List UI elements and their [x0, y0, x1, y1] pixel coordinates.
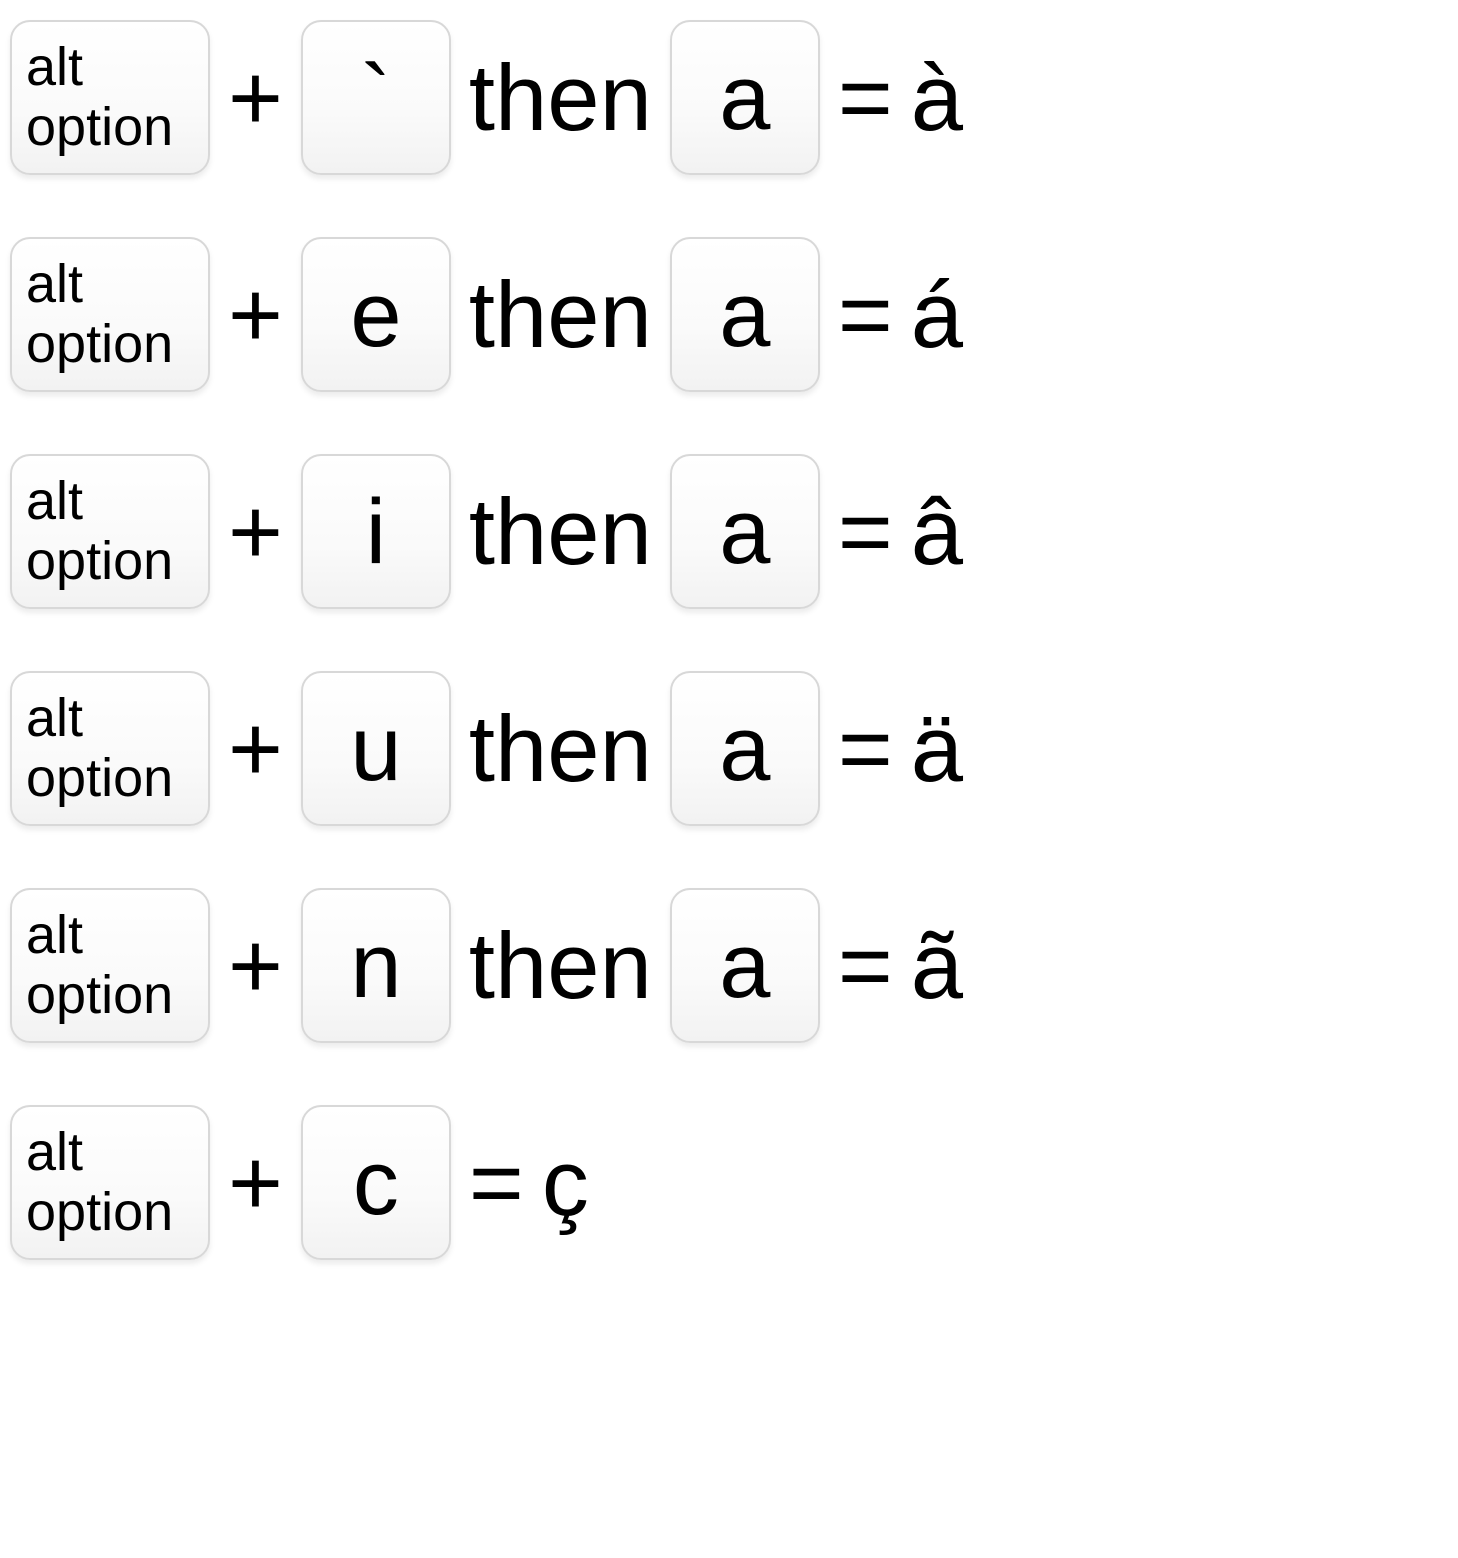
- dead-key: n: [301, 888, 451, 1043]
- letter-key: a: [670, 237, 820, 392]
- equals-operator: =: [838, 485, 893, 579]
- shortcut-row: altoption+`thena=à: [10, 20, 1448, 175]
- equals-operator: =: [838, 51, 893, 145]
- modifier-line2: option: [26, 315, 173, 374]
- dead-key: u: [301, 671, 451, 826]
- result-character: â: [911, 485, 963, 579]
- modifier-line1: alt: [26, 38, 83, 97]
- alt-option-key: altoption: [10, 1105, 210, 1260]
- modifier-line2: option: [26, 749, 173, 808]
- result-character: ç: [542, 1136, 589, 1230]
- then-label: then: [469, 51, 652, 145]
- modifier-line1: alt: [26, 255, 83, 314]
- alt-option-key: altoption: [10, 454, 210, 609]
- result-character: à: [911, 51, 963, 145]
- modifier-line2: option: [26, 966, 173, 1025]
- dead-key: `: [301, 20, 451, 175]
- equals-operator: =: [838, 268, 893, 362]
- equals-operator: =: [838, 702, 893, 796]
- shortcut-row: altoption+uthena=ä: [10, 671, 1448, 826]
- letter-key: a: [670, 888, 820, 1043]
- alt-option-key: altoption: [10, 237, 210, 392]
- modifier-line2: option: [26, 1183, 173, 1242]
- modifier-line1: alt: [26, 689, 83, 748]
- then-label: then: [469, 485, 652, 579]
- plus-operator: +: [228, 51, 283, 145]
- shortcut-row: altoption+c=ç: [10, 1105, 1448, 1260]
- alt-option-key: altoption: [10, 671, 210, 826]
- equals-operator: =: [469, 1136, 524, 1230]
- letter-key: a: [670, 671, 820, 826]
- then-label: then: [469, 702, 652, 796]
- plus-operator: +: [228, 919, 283, 1013]
- result-character: ä: [911, 702, 963, 796]
- plus-operator: +: [228, 1136, 283, 1230]
- then-label: then: [469, 919, 652, 1013]
- modifier-line1: alt: [26, 906, 83, 965]
- plus-operator: +: [228, 268, 283, 362]
- result-character: ã: [911, 919, 963, 1013]
- letter-key: a: [670, 20, 820, 175]
- equals-operator: =: [838, 919, 893, 1013]
- alt-option-key: altoption: [10, 888, 210, 1043]
- alt-option-key: altoption: [10, 20, 210, 175]
- dead-key: c: [301, 1105, 451, 1260]
- shortcut-row: altoption+nthena=ã: [10, 888, 1448, 1043]
- modifier-line2: option: [26, 532, 173, 591]
- plus-operator: +: [228, 485, 283, 579]
- dead-key: e: [301, 237, 451, 392]
- modifier-line1: alt: [26, 1123, 83, 1182]
- modifier-line1: alt: [26, 472, 83, 531]
- then-label: then: [469, 268, 652, 362]
- shortcut-row: altoption+ithena=â: [10, 454, 1448, 609]
- shortcut-row: altoption+ethena=á: [10, 237, 1448, 392]
- modifier-line2: option: [26, 98, 173, 157]
- plus-operator: +: [228, 702, 283, 796]
- dead-key: i: [301, 454, 451, 609]
- result-character: á: [911, 268, 963, 362]
- letter-key: a: [670, 454, 820, 609]
